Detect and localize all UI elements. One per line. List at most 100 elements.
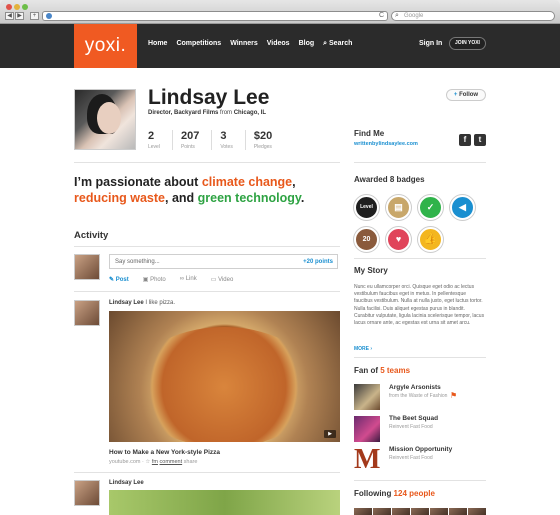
statement-text: . <box>300 191 305 205</box>
nav-winners[interactable]: Winners <box>230 40 258 48</box>
nav-home[interactable]: Home <box>148 40 167 48</box>
facebook-icon[interactable]: f <box>459 134 471 146</box>
statement-highlight[interactable]: climate change <box>202 175 292 189</box>
antler-badge-icon[interactable]: 20 <box>354 227 379 252</box>
video-icon: ▶ <box>324 430 336 438</box>
avatar[interactable] <box>468 508 486 515</box>
avatar[interactable] <box>373 508 391 515</box>
post-author[interactable]: Lindsay Lee <box>109 300 144 306</box>
stat-points: 207 Points <box>180 130 213 150</box>
avatar[interactable] <box>411 508 429 515</box>
divider <box>74 472 340 473</box>
following-count[interactable]: 124 people <box>394 489 435 498</box>
badges-prefix: Awarded <box>354 175 390 184</box>
profile-location: Chicago, IL <box>233 110 267 116</box>
tab-video[interactable]: ▭ Video <box>211 276 234 283</box>
post-video-title[interactable]: How to Make a New York-style Pizza <box>109 449 220 456</box>
star-icon[interactable]: ☆ <box>145 459 150 465</box>
tab-photo[interactable]: ▣ Photo <box>143 276 166 283</box>
team-thumb[interactable] <box>354 416 380 442</box>
status-input[interactable]: Say something... +20 points <box>109 254 338 269</box>
nav-competitions[interactable]: Competitions <box>176 40 221 48</box>
team-thumb[interactable] <box>354 384 380 410</box>
profile-role: Director, Backyard Films <box>148 110 219 116</box>
team-name[interactable]: Argyle Arsonists <box>389 384 441 391</box>
composer-tabs: ✎ Post ▣ Photo ∞ Link ▭ Video <box>109 276 233 283</box>
divider <box>354 480 486 481</box>
tab-post[interactable]: ✎ Post <box>109 276 129 283</box>
browser-search-input[interactable]: ⌕ Google <box>391 11 555 21</box>
stat-value: 3 <box>220 130 227 142</box>
minimize-window-icon[interactable] <box>14 4 20 10</box>
stat-label: Pledges <box>253 144 272 150</box>
my-story-heading: My Story <box>354 266 388 275</box>
heart-badge-icon[interactable]: ♥ <box>386 227 411 252</box>
fan-prefix: Fan of <box>354 366 381 375</box>
stat-value: 2 <box>148 130 155 142</box>
flag-icon: ⚑ <box>450 391 458 400</box>
passion-statement: I’m passionate about climate change, redu… <box>74 174 334 206</box>
post-author-avatar[interactable] <box>74 300 100 326</box>
divider <box>354 258 486 259</box>
twitter-icon[interactable]: t <box>474 134 486 146</box>
profile-stats: 2 Level 207 Points 3 Votes $20 Pledges <box>148 130 292 150</box>
back-button[interactable]: ◀ <box>5 12 14 20</box>
fm-link[interactable]: fm <box>152 459 158 465</box>
post-author-avatar[interactable] <box>74 480 100 506</box>
statement-text: , and <box>165 191 198 205</box>
nav-search[interactable]: ⌕ Search <box>323 40 352 48</box>
share-link[interactable]: share <box>184 459 198 465</box>
check-badge-icon[interactable]: ✓ <box>418 195 443 220</box>
stat-votes: 3 Votes <box>220 130 246 150</box>
divider <box>74 291 340 292</box>
pencil-icon: ✎ <box>109 277 116 283</box>
divider <box>74 246 340 247</box>
level-badge-icon[interactable]: Level <box>354 195 379 220</box>
browser-toolbar: ◀ ▶ + C ⌕ Google <box>0 0 560 24</box>
zoom-window-icon[interactable] <box>22 4 28 10</box>
divider <box>74 162 340 163</box>
sign-in-link[interactable]: Sign In <box>419 40 442 47</box>
team-thumb[interactable]: M <box>354 446 380 474</box>
divider <box>354 162 486 163</box>
team-name[interactable]: Mission Opportunity <box>389 446 452 453</box>
statement-highlight[interactable]: green technology <box>198 191 301 205</box>
logo[interactable]: yoxi. <box>74 24 137 71</box>
fan-count[interactable]: 5 teams <box>380 366 410 375</box>
nav-blog[interactable]: Blog <box>299 40 315 48</box>
post-video-thumbnail[interactable]: ▶ <box>109 311 340 442</box>
more-link[interactable]: MORE › <box>354 346 372 352</box>
team-subtitle: from the Waste of Fashion <box>389 393 448 399</box>
fan-heading: Fan of 5 teams <box>354 366 410 375</box>
stat-label: Level <box>148 144 160 150</box>
reload-icon[interactable]: C <box>379 12 384 19</box>
avatar[interactable] <box>354 508 372 515</box>
avatar[interactable] <box>392 508 410 515</box>
follow-button[interactable]: + Follow <box>446 89 486 101</box>
team-name[interactable]: The Beet Squad <box>389 415 438 422</box>
clipboard-badge-icon[interactable]: ▤ <box>386 195 411 220</box>
nav-videos[interactable]: Videos <box>267 40 290 48</box>
post-author[interactable]: Lindsay Lee <box>109 480 144 486</box>
avatar[interactable] <box>449 508 467 515</box>
avatar[interactable] <box>430 508 448 515</box>
statement-highlight[interactable]: reducing waste <box>74 191 165 205</box>
join-button[interactable]: JOIN YOXI <box>449 37 486 50</box>
divider <box>354 357 486 358</box>
tab-label: Link <box>185 276 197 282</box>
address-bar[interactable]: C <box>42 11 388 21</box>
forward-button[interactable]: ▶ <box>15 12 24 20</box>
website-link[interactable]: writtenbylindsaylee.com <box>354 141 418 147</box>
comment-link[interactable]: comment <box>160 459 183 465</box>
megaphone-badge-icon[interactable]: ◀ <box>450 195 475 220</box>
stat-label: Points <box>180 144 195 150</box>
stat-pledges: $20 Pledges <box>254 130 284 150</box>
main-nav: Home Competitions Winners Videos Blog ⌕ … <box>148 40 352 48</box>
add-tab-button[interactable]: + <box>30 12 39 20</box>
close-window-icon[interactable] <box>6 4 12 10</box>
thumbs-up-badge-icon[interactable]: 👍 <box>418 227 443 252</box>
tab-link[interactable]: ∞ Link <box>180 276 197 283</box>
post-image[interactable] <box>109 490 340 515</box>
activity-heading: Activity <box>74 230 109 241</box>
following-avatars <box>354 508 486 515</box>
